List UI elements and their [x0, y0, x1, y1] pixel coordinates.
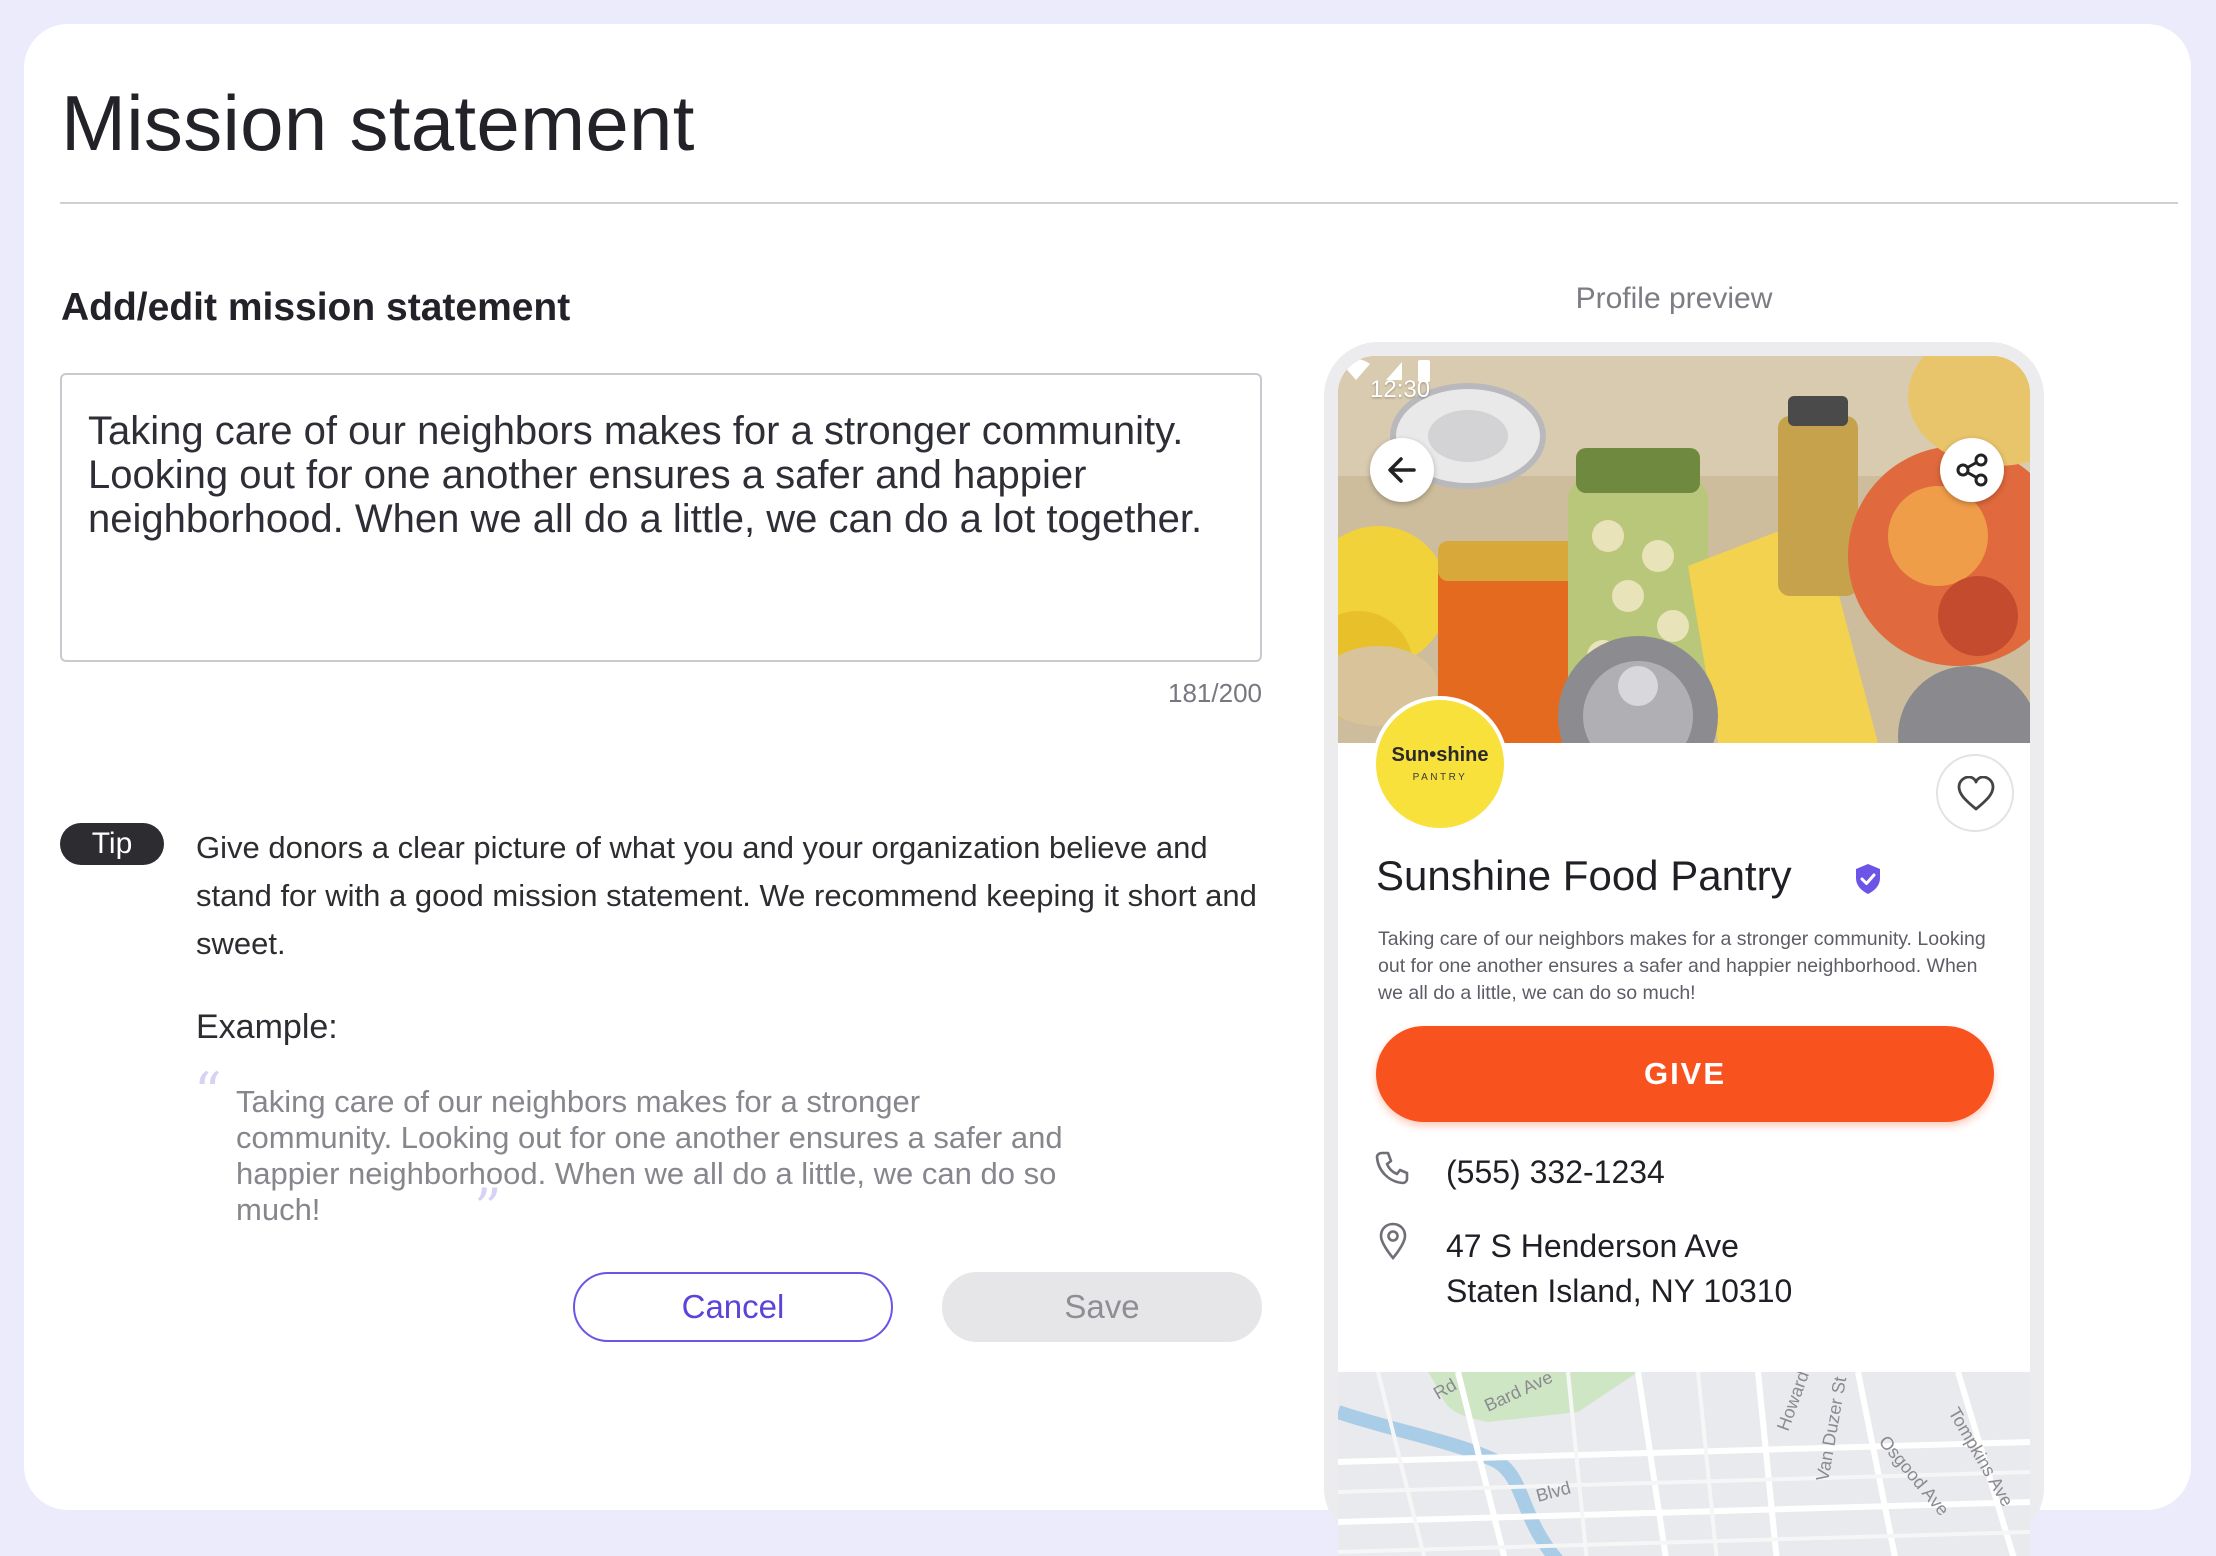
- address-line-1: 47 S Henderson Ave: [1446, 1228, 1739, 1264]
- give-button[interactable]: GIVE: [1376, 1026, 1994, 1122]
- page-title: Mission statement: [61, 79, 695, 167]
- organization-name: Sunshine Food Pantry: [1376, 852, 1792, 899]
- tip-text: Give donors a clear picture of what you …: [196, 830, 1257, 961]
- favorite-button[interactable]: [1936, 754, 2014, 832]
- arrow-left-icon: [1388, 457, 1416, 483]
- verified-badge-icon: [1856, 864, 1880, 894]
- address-line-2: Staten Island, NY 10310: [1446, 1273, 1793, 1309]
- profile-preview-screen: 12:30 Sun•shine PANTRY Sunshine Food Pan…: [1338, 356, 2030, 1556]
- share-icon: [1956, 453, 1988, 487]
- share-button[interactable]: [1940, 438, 2004, 502]
- phone-number[interactable]: (555) 332-1234: [1446, 1154, 1665, 1191]
- heart-icon: [1957, 776, 1995, 811]
- profile-preview-label: Profile preview: [1575, 282, 1773, 315]
- logo-subtitle: PANTRY: [1412, 772, 1468, 783]
- back-button[interactable]: [1370, 438, 1434, 502]
- groceries-illustration: [1338, 356, 2030, 743]
- example-text: Taking care of our neighbors makes for a…: [236, 1084, 1063, 1227]
- location-map[interactable]: Rd Bard Ave Howard Van Duzer St Osgood A…: [1338, 1367, 2030, 1556]
- save-button[interactable]: Save: [942, 1272, 1262, 1342]
- map-tiles: Rd Bard Ave Howard Van Duzer St Osgood A…: [1338, 1367, 2030, 1556]
- close-quote-icon: ”: [474, 1177, 502, 1240]
- phone-icon: [1375, 1151, 1409, 1185]
- mission-statement-textarea[interactable]: Taking care of our neighbors makes for a…: [60, 373, 1262, 662]
- status-bar-icons: [1342, 359, 1430, 382]
- example-label: Example:: [196, 1008, 338, 1046]
- hero-image: 12:30: [1338, 356, 2030, 743]
- cancel-button[interactable]: Cancel: [573, 1272, 893, 1342]
- logo-name: Sun•shine: [1391, 744, 1489, 766]
- section-title: Add/edit mission statement: [61, 286, 571, 329]
- location-pin-icon: [1379, 1222, 1407, 1260]
- organization-logo: Sun•shine PANTRY: [1372, 696, 1508, 832]
- open-quote-icon: “: [194, 1061, 222, 1124]
- address[interactable]: 47 S Henderson Ave Staten Island, NY 103…: [1446, 1224, 1792, 1314]
- tip-badge: Tip: [60, 823, 164, 865]
- character-counter: 181/200: [1168, 678, 1262, 708]
- title-divider: [60, 202, 2178, 204]
- organization-description: Taking care of our neighbors makes for a…: [1378, 928, 1986, 1004]
